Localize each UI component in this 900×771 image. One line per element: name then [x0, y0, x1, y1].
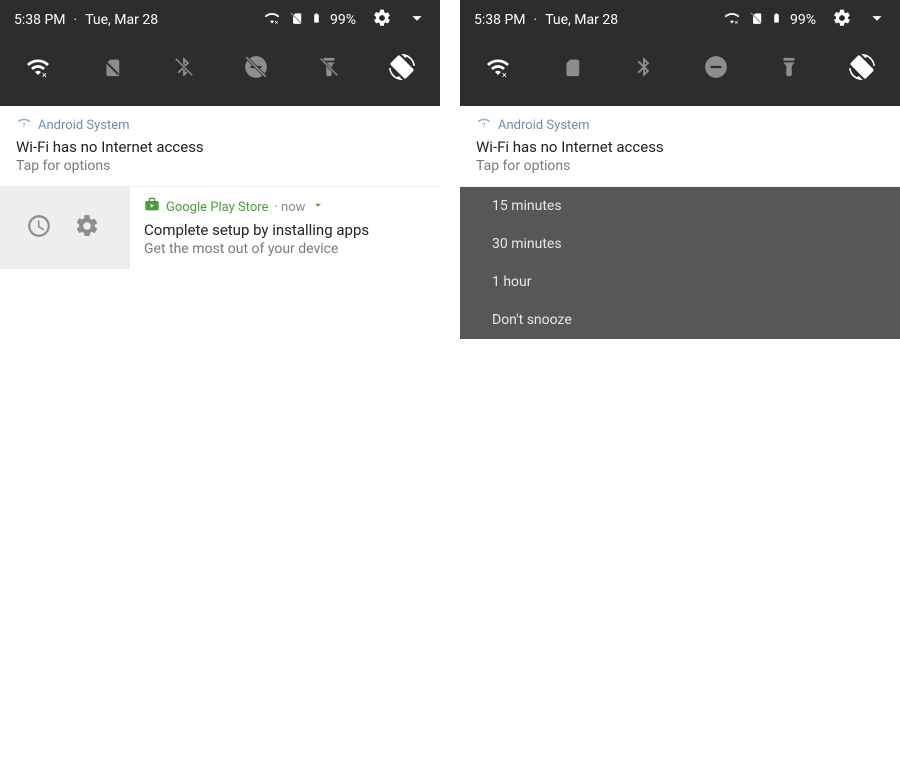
- qs-bluetooth-icon[interactable]: [162, 54, 206, 84]
- statusbar: 5:38 PM · Tue, Mar 28 × 99%: [460, 0, 900, 40]
- qs-sim-icon[interactable]: [89, 54, 133, 84]
- statusbar-separator: ·: [74, 12, 78, 28]
- svg-text:×: ×: [275, 19, 279, 26]
- notification-shade-header: 5:38 PM · Tue, Mar 28 × 99% ×: [460, 0, 900, 106]
- notification-wifi[interactable]: ? Android System Wi-Fi has no Internet a…: [460, 106, 900, 187]
- snooze-option[interactable]: 15 minutes: [460, 187, 900, 225]
- notification-shade-header: 5:38 PM · Tue, Mar 28 × 99% ×: [0, 0, 440, 106]
- phone-screenshot-left: 5:38 PM · Tue, Mar 28 × 99% ×: [0, 0, 440, 771]
- qs-rotation-icon[interactable]: [380, 54, 424, 84]
- notification-subtitle: Tap for options: [16, 158, 424, 174]
- battery-percentage: 99%: [790, 12, 816, 28]
- qs-bluetooth-icon[interactable]: [622, 54, 666, 84]
- svg-text:×: ×: [42, 71, 47, 79]
- notification-title: Wi-Fi has no Internet access: [16, 138, 424, 156]
- snooze-duration-menu: 15 minutes 30 minutes 1 hour Don't snooz…: [460, 187, 900, 339]
- qs-wifi-icon[interactable]: ×: [476, 55, 520, 83]
- notification-with-snooze-actions: Google Play Store · now Complete setup b…: [0, 187, 440, 269]
- qs-dnd-icon[interactable]: [694, 54, 738, 84]
- snooze-actions-panel: [0, 187, 130, 269]
- sim-disabled-icon: [289, 10, 303, 30]
- statusbar-time: 5:38 PM: [14, 12, 66, 28]
- notification-subtitle: Tap for options: [476, 158, 884, 174]
- statusbar-separator: ·: [534, 12, 538, 28]
- battery-percentage: 99%: [330, 12, 356, 28]
- qs-rotation-icon[interactable]: [840, 54, 884, 84]
- notification-app-name: Android System: [38, 118, 130, 133]
- notification-title: Complete setup by installing apps: [144, 221, 424, 239]
- snooze-settings-icon[interactable]: [74, 213, 100, 243]
- wifi-no-internet-icon: ×: [723, 10, 741, 30]
- statusbar-time: 5:38 PM: [474, 12, 526, 28]
- wifi-no-internet-icon: ×: [263, 10, 281, 30]
- statusbar-date: Tue, Mar 28: [85, 12, 158, 28]
- settings-icon[interactable]: [832, 8, 852, 32]
- battery-icon: [771, 9, 782, 31]
- qs-wifi-icon[interactable]: ×: [16, 55, 60, 83]
- svg-text:×: ×: [502, 71, 507, 79]
- play-store-icon: [144, 197, 160, 217]
- notification-app-name: Google Play Store: [166, 200, 268, 215]
- qs-sim-icon[interactable]: [549, 54, 593, 84]
- wifi-question-icon: ?: [16, 116, 32, 134]
- battery-icon: [311, 9, 322, 31]
- qs-flashlight-icon[interactable]: [767, 54, 811, 84]
- quick-settings-row: ×: [0, 40, 440, 106]
- chevron-down-icon[interactable]: [311, 198, 325, 216]
- notification-title: Wi-Fi has no Internet access: [476, 138, 884, 156]
- expand-icon[interactable]: [866, 7, 888, 33]
- notification-play-store[interactable]: Google Play Store · now Complete setup b…: [130, 187, 440, 269]
- svg-text:?: ?: [482, 122, 485, 130]
- snooze-option[interactable]: 30 minutes: [460, 225, 900, 263]
- wifi-question-icon: ?: [476, 116, 492, 134]
- qs-flashlight-icon[interactable]: [307, 54, 351, 84]
- phone-screenshot-right: 5:38 PM · Tue, Mar 28 × 99% ×: [460, 0, 900, 771]
- sim-disabled-icon: [749, 10, 763, 30]
- snooze-clock-icon[interactable]: [26, 213, 52, 243]
- notification-subtitle: Get the most out of your device: [144, 241, 424, 257]
- settings-icon[interactable]: [372, 8, 392, 32]
- svg-text:×: ×: [735, 19, 739, 26]
- notification-wifi[interactable]: ? Android System Wi-Fi has no Internet a…: [0, 106, 440, 187]
- expand-icon[interactable]: [406, 7, 428, 33]
- notification-meta: · now: [274, 200, 305, 215]
- snooze-option[interactable]: Don't snooze: [460, 301, 900, 339]
- snooze-option[interactable]: 1 hour: [460, 263, 900, 301]
- svg-text:?: ?: [22, 122, 25, 130]
- quick-settings-row: ×: [460, 40, 900, 106]
- qs-dnd-icon[interactable]: [234, 54, 278, 84]
- statusbar: 5:38 PM · Tue, Mar 28 × 99%: [0, 0, 440, 40]
- statusbar-date: Tue, Mar 28: [545, 12, 618, 28]
- notification-app-name: Android System: [498, 118, 590, 133]
